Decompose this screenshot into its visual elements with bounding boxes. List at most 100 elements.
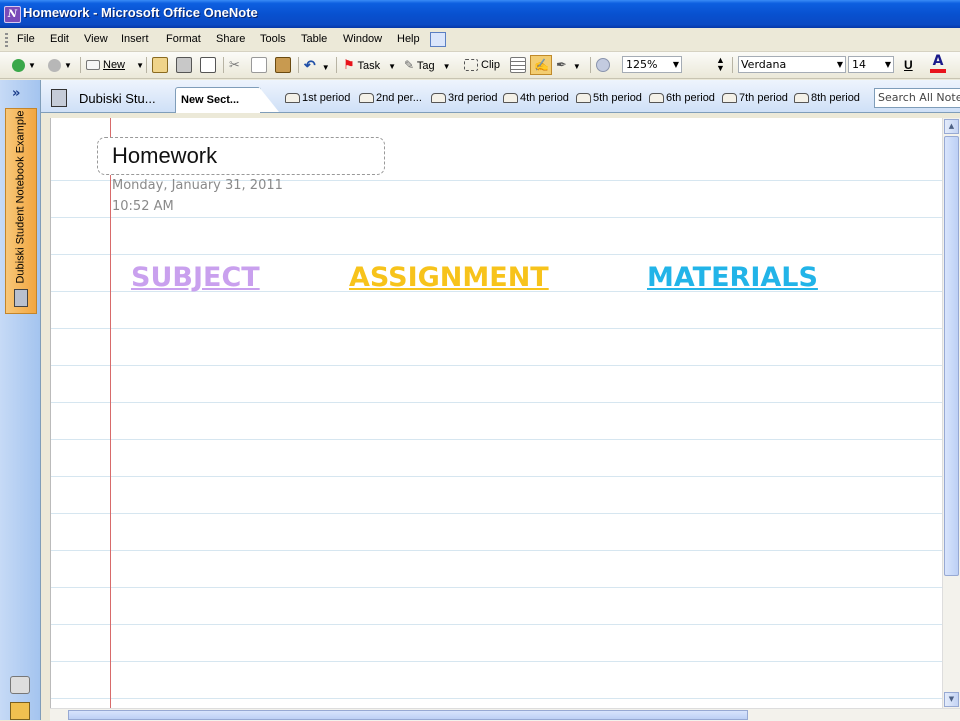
insert-table-button[interactable] [510, 56, 529, 74]
vertical-scroll-thumb[interactable] [944, 136, 959, 576]
task-label: Task [357, 60, 381, 72]
research-button[interactable] [596, 56, 613, 74]
notebook-name[interactable]: Dubiski Stu... [79, 91, 156, 106]
tab-new-section[interactable]: New Sect... [175, 87, 261, 113]
menu-share[interactable]: Share [216, 33, 245, 45]
section-label: 3rd period [448, 92, 498, 104]
tab-2nd-period[interactable]: 2nd per... [359, 92, 422, 104]
menu-insert[interactable]: Insert [121, 33, 149, 45]
print-button[interactable] [176, 56, 195, 74]
toolbar-options-button[interactable]: ▲ ▼ [716, 56, 725, 74]
menu-tools[interactable]: Tools [260, 33, 286, 45]
pen-button[interactable]: ✒ ▼ [556, 56, 581, 74]
section-label: 4th period [520, 92, 569, 104]
forward-arrow-icon [48, 58, 61, 72]
tab-7th-period[interactable]: 7th period [722, 92, 788, 104]
menu-table[interactable]: Table [301, 33, 327, 45]
toolbar-separator [336, 57, 337, 73]
chevron-down-icon: ▼ [836, 60, 843, 69]
copy-button[interactable] [251, 56, 270, 74]
writing-tool-button[interactable]: ✍ [530, 55, 552, 75]
menu-edit[interactable]: Edit [50, 33, 69, 45]
note-page[interactable]: Homework Monday, January 31, 2011 10:52 … [50, 118, 943, 708]
unfiled-notes-icon[interactable] [10, 676, 30, 694]
horizontal-scrollbar[interactable] [50, 708, 960, 721]
section-group-icon [359, 93, 374, 104]
red-flag-icon: ⚑ [343, 57, 355, 72]
task-button[interactable]: ⚑ Task ▼ [343, 56, 396, 74]
scroll-up-icon[interactable]: ▲ [944, 119, 959, 134]
menu-grip-handle[interactable] [5, 33, 8, 47]
menu-help[interactable]: Help [397, 33, 420, 45]
tab-3rd-period[interactable]: 3rd period [431, 92, 498, 104]
horizontal-scroll-thumb[interactable] [68, 710, 748, 720]
copy-icon [251, 57, 267, 74]
tag-icon: ✎ [404, 58, 415, 72]
section-group-icon [576, 93, 591, 104]
tab-6th-period[interactable]: 6th period [649, 92, 715, 104]
onenote-app-icon[interactable]: N [4, 6, 21, 23]
page-title[interactable]: Homework [112, 143, 217, 169]
menu-format[interactable]: Format [166, 33, 201, 45]
new-button[interactable]: New ▼ [86, 56, 144, 74]
cut-button[interactable]: ✂ [229, 56, 240, 74]
section-group-icon [431, 93, 446, 104]
section-label: 7th period [739, 92, 788, 104]
page-date: Monday, January 31, 2011 [112, 178, 283, 193]
chevron-down-icon: ▼ [884, 60, 891, 69]
notebook-tab[interactable]: Dubiski Student Notebook Example [5, 108, 37, 314]
vertical-scrollbar[interactable]: ▲ ▼ [942, 118, 960, 708]
back-button[interactable]: ▼ [12, 56, 36, 74]
toolbar-separator [298, 57, 299, 73]
section-group-icon [503, 93, 518, 104]
section-group-icon [722, 93, 737, 104]
section-label: 5th period [593, 92, 642, 104]
toolbar-separator [223, 57, 224, 73]
pen-icon: ✒ [556, 57, 567, 72]
toolbar-separator [80, 57, 81, 73]
subject-heading[interactable]: SUBJECT [131, 262, 260, 293]
font-color-button[interactable]: A [930, 54, 946, 73]
scissors-icon: ✂ [229, 57, 240, 72]
full-page-view-icon[interactable] [430, 32, 446, 47]
toolbar-separator [590, 57, 591, 73]
tab-8th-period[interactable]: 8th period [794, 92, 860, 104]
tab-4th-period[interactable]: 4th period [503, 92, 569, 104]
tag-button[interactable]: ✎ Tag ▼ [404, 56, 451, 74]
print-preview-button[interactable] [200, 56, 219, 74]
paste-icon [275, 57, 291, 74]
undo-button[interactable]: ↶ ▼ [304, 56, 330, 74]
toolbar-overflow-icon: ▲ ▼ [716, 55, 725, 73]
materials-heading[interactable]: MATERIALS [647, 262, 818, 293]
menu-window[interactable]: Window [343, 33, 382, 45]
pen-type-icon: ✍ [534, 58, 549, 72]
clip-label: Clip [481, 59, 500, 71]
zoom-value: 125% [626, 58, 658, 71]
font-size-dropdown[interactable]: 14 ▼ [848, 56, 894, 73]
notebook-tab-label-wrap: Dubiski Student Notebook Example [10, 109, 32, 285]
active-tab-edge [259, 87, 279, 112]
zoom-dropdown[interactable]: 125% ▼ [622, 56, 682, 73]
search-input[interactable]: Search All Notebooks [874, 88, 960, 108]
section-tab-bar: Dubiski Stu... New Sect... 1st period 2n… [41, 80, 960, 113]
menu-file[interactable]: File [17, 33, 35, 45]
standard-toolbar: ▼ ▼ New ▼ ✂ ↶ ▼ ⚑ Task ▼ ✎ Tag ▼ Clip ✍ ✒ ▼ … [0, 52, 960, 79]
screen-clipping-button[interactable]: Clip [464, 56, 500, 74]
expand-navigation-button[interactable]: » [12, 86, 20, 101]
open-notebook-icon[interactable] [10, 702, 30, 720]
active-section-label: New Sect... [181, 94, 240, 106]
tab-5th-period[interactable]: 5th period [576, 92, 642, 104]
margin-rule-line [110, 118, 111, 708]
scroll-down-icon[interactable]: ▼ [944, 692, 959, 707]
forward-button[interactable]: ▼ [48, 56, 72, 74]
section-group-icon [649, 93, 664, 104]
paste-button[interactable] [275, 56, 294, 74]
new-page-icon [86, 60, 100, 71]
section-group-icon [794, 93, 809, 104]
tab-1st-period[interactable]: 1st period [285, 92, 350, 104]
underline-button[interactable]: U [904, 56, 913, 74]
email-page-button[interactable] [152, 56, 171, 74]
assignment-heading[interactable]: ASSIGNMENT [349, 262, 549, 293]
menu-view[interactable]: View [84, 33, 108, 45]
font-name-dropdown[interactable]: Verdana ▼ [738, 56, 846, 73]
